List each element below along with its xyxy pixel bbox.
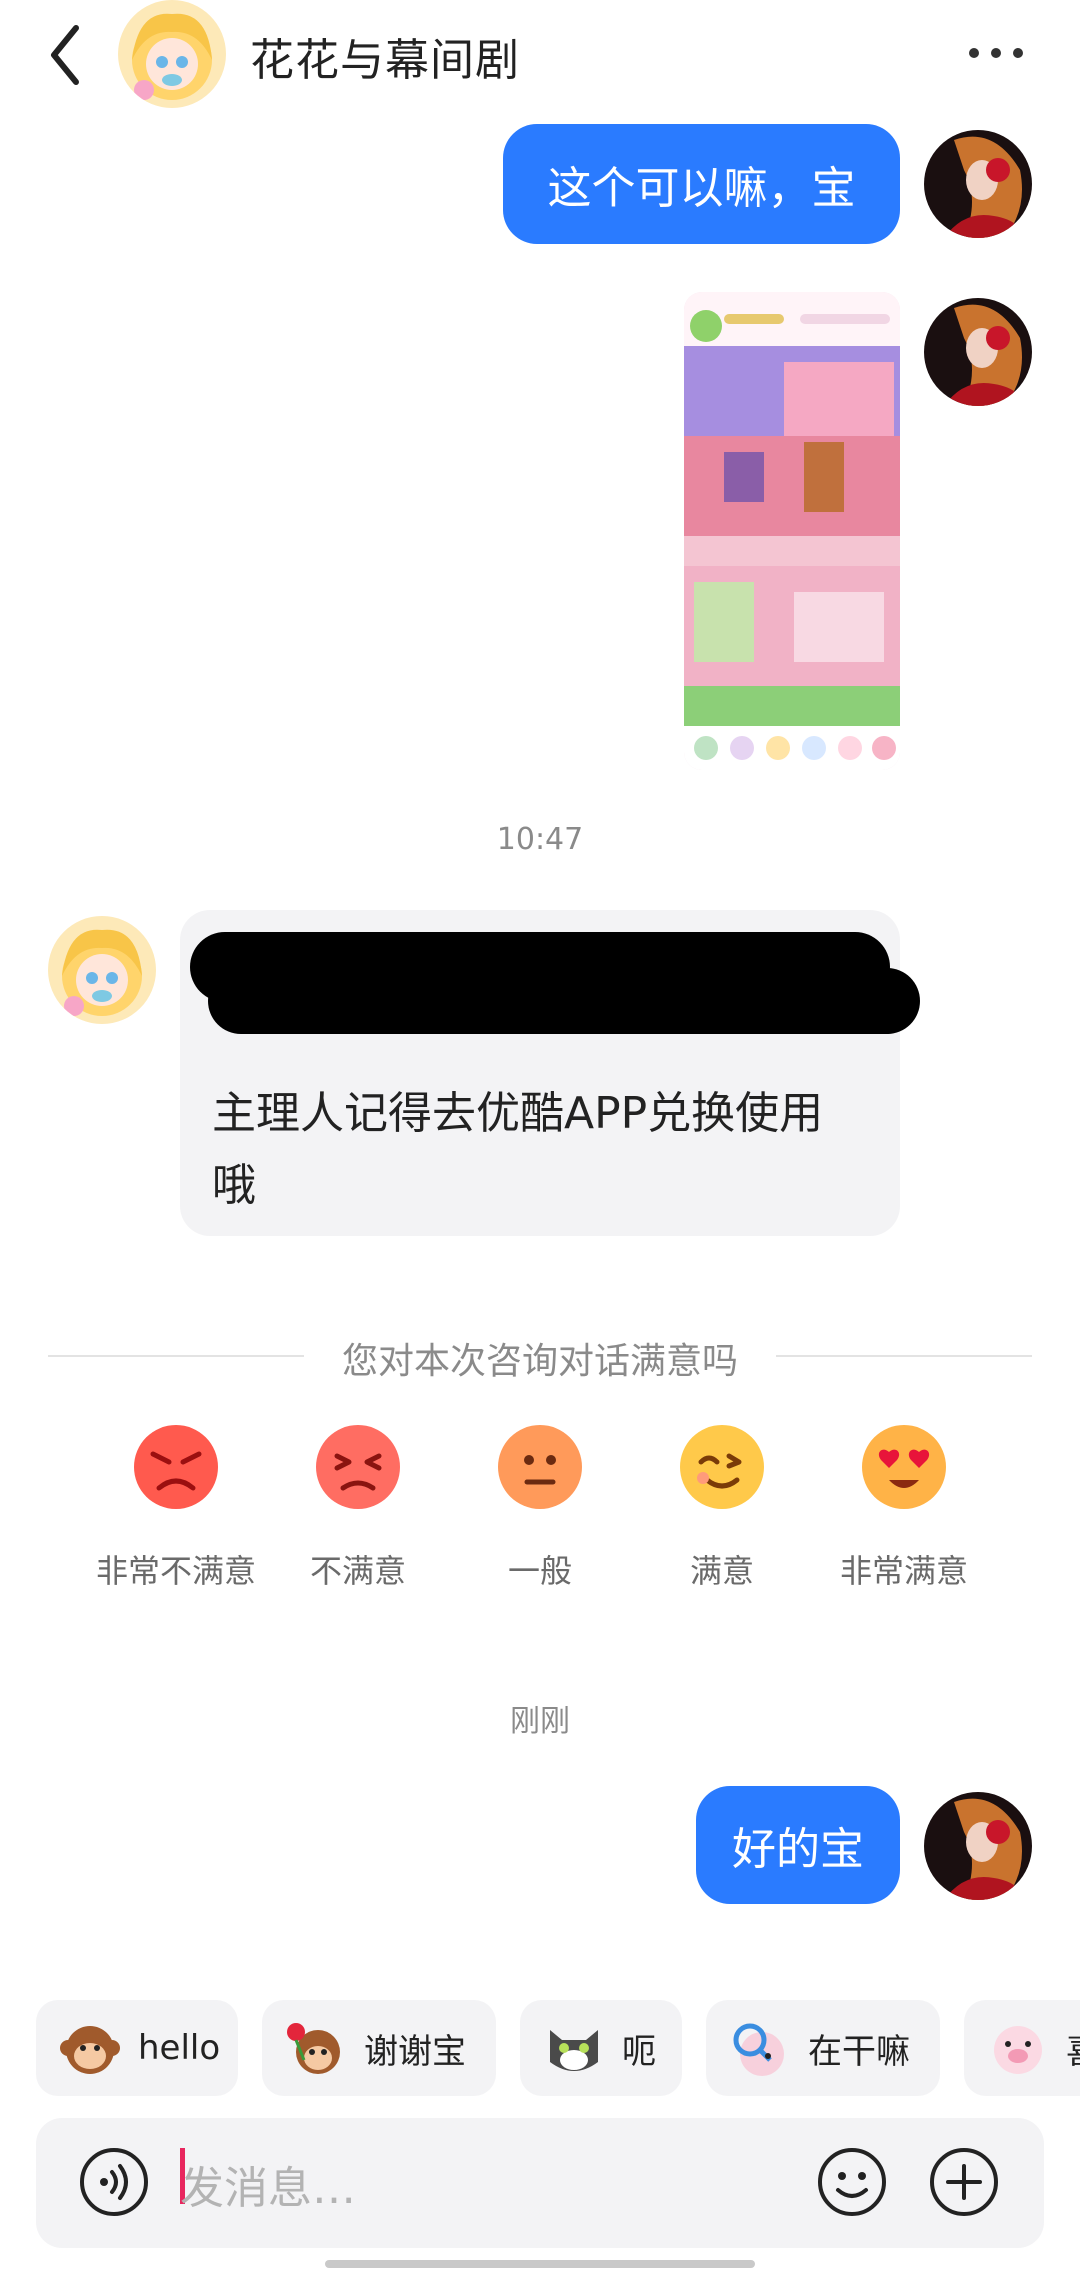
monkey-rose-icon xyxy=(287,2023,340,2074)
quick-reply-chip[interactable]: 喜 xyxy=(964,2000,1080,2096)
monkey-icon xyxy=(60,2026,120,2074)
game-screenshot-thumbnail xyxy=(684,292,900,770)
magnifier-monkey-icon xyxy=(733,2023,784,2076)
more-button[interactable] xyxy=(964,36,1028,70)
plus-button[interactable] xyxy=(928,2146,1000,2218)
more-dots-icon xyxy=(969,48,1023,58)
survey-title: 您对本次咨询对话满意吗 xyxy=(341,1341,738,1382)
message-bubble-outgoing[interactable]: 这个可以嘛，宝 xyxy=(503,124,900,244)
rating-very-unsatisfied[interactable]: 非常不满意 xyxy=(86,1422,266,1592)
quick-reply-label: 在干嘛 xyxy=(808,2031,910,2072)
rating-neutral[interactable]: 一般 xyxy=(450,1422,630,1592)
quick-reply-label: 谢谢宝 xyxy=(364,2031,466,2072)
frown-face-icon xyxy=(316,1425,400,1509)
chevron-left-icon xyxy=(51,25,79,85)
message-text: 好的宝 xyxy=(732,1824,864,1875)
pig-icon xyxy=(994,2026,1042,2074)
message-bubble-incoming[interactable]: 主理人记得去优酷APP兑换使用 哦 xyxy=(180,910,920,1236)
emoji-button[interactable] xyxy=(816,2146,888,2218)
contact-avatar[interactable] xyxy=(48,916,156,1024)
message-text: 这个可以嘛，宝 xyxy=(547,163,856,214)
quick-reply-chip[interactable]: 谢谢宝 xyxy=(262,2000,496,2096)
heart-eyes-face-icon xyxy=(862,1425,946,1509)
my-avatar[interactable] xyxy=(924,1792,1032,1900)
message-timestamp: 10:47 xyxy=(496,822,584,857)
message-bubble-outgoing[interactable]: 好的宝 xyxy=(696,1786,900,1904)
home-indicator xyxy=(325,2260,755,2268)
message-text: 主理人记得去优酷APP兑换使用 xyxy=(212,1088,824,1139)
my-avatar[interactable] xyxy=(924,298,1032,406)
back-button[interactable] xyxy=(40,22,100,88)
message-timestamp: 刚刚 xyxy=(510,1704,570,1739)
quick-reply-label: hello xyxy=(138,2028,221,2068)
rating-label: 非常不满意 xyxy=(95,1552,256,1590)
voice-icon xyxy=(80,2148,148,2216)
rating-label: 非常满意 xyxy=(839,1552,968,1590)
smile-icon xyxy=(818,2148,886,2216)
message-image[interactable] xyxy=(684,292,900,770)
plus-circle-icon xyxy=(930,2148,998,2216)
rating-label: 不满意 xyxy=(309,1552,406,1590)
message-input[interactable]: 发消息… xyxy=(180,2152,780,2214)
cat-icon xyxy=(550,2030,598,2071)
rating-satisfied[interactable]: 满意 xyxy=(632,1422,812,1592)
my-avatar[interactable] xyxy=(924,130,1032,238)
quick-reply-chip[interactable]: hello xyxy=(36,2000,238,2096)
rating-label: 满意 xyxy=(689,1552,754,1590)
quick-reply-label: 呃 xyxy=(622,2031,656,2072)
rating-very-satisfied[interactable]: 非常满意 xyxy=(814,1422,994,1592)
page-title: 花花与幕间剧 xyxy=(250,35,520,86)
contact-avatar[interactable] xyxy=(118,0,226,108)
message-text: 哦 xyxy=(212,1160,256,1211)
redaction-block xyxy=(208,968,920,1034)
neutral-face-icon xyxy=(498,1425,582,1509)
angry-face-icon xyxy=(134,1425,218,1509)
quick-reply-label: 喜 xyxy=(1066,2024,1080,2073)
wink-face-icon xyxy=(680,1425,764,1509)
input-placeholder: 发消息… xyxy=(180,2163,356,2214)
quick-reply-chip[interactable]: 呃 xyxy=(520,2000,682,2096)
quick-reply-chip[interactable]: 在干嘛 xyxy=(706,2000,940,2096)
rating-label: 一般 xyxy=(507,1552,572,1590)
voice-button[interactable] xyxy=(78,2146,150,2218)
rating-unsatisfied[interactable]: 不满意 xyxy=(268,1422,448,1592)
